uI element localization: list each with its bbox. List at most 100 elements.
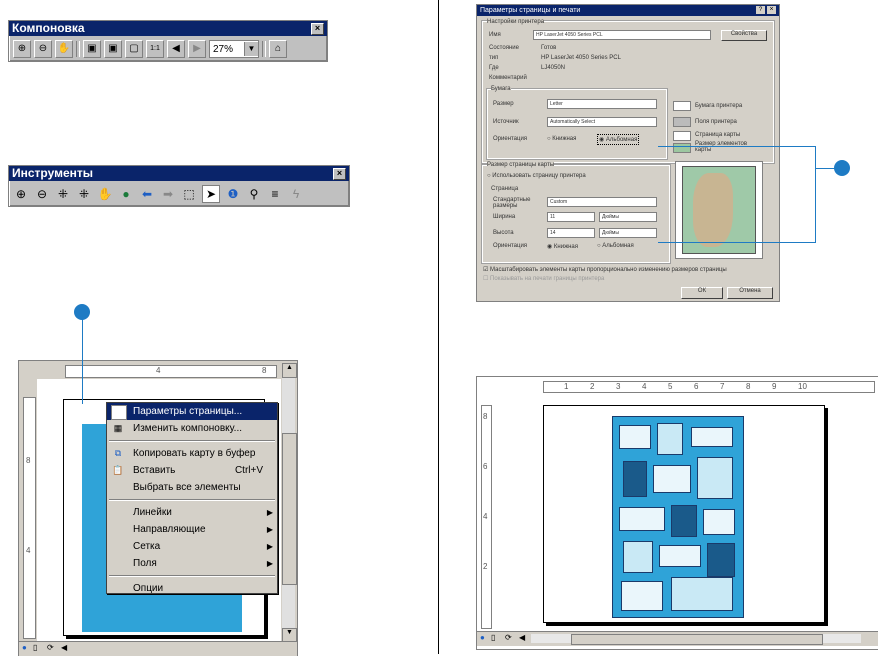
portrait-radio[interactable]: ○ Книжная xyxy=(547,136,576,142)
width-input[interactable]: 11 xyxy=(547,212,595,222)
pan-layout-icon[interactable]: ✋ xyxy=(55,40,73,58)
menu-item-grid[interactable]: Сетка ▶ xyxy=(107,538,277,555)
identify-icon[interactable]: ❶ xyxy=(225,186,241,202)
height-input[interactable]: 14 xyxy=(547,228,595,238)
fixed-zoom-in-icon[interactable]: ⁜ xyxy=(55,186,71,202)
close-icon[interactable]: × xyxy=(333,168,346,180)
preview-map-frame[interactable] xyxy=(612,416,744,618)
portrait2-radio[interactable]: ◉ Книжная xyxy=(547,243,578,250)
data-view-icon[interactable]: ● xyxy=(22,643,27,652)
show-printer-margins-checkbox[interactable]: ☐ Показывать на печати границы принтера xyxy=(483,275,604,282)
menu-item-margins[interactable]: Поля ▶ xyxy=(107,555,277,572)
map-block xyxy=(619,425,651,449)
toggle-draft-mode-icon[interactable]: ⌂ xyxy=(269,40,287,58)
select-elements-icon[interactable]: ➤ xyxy=(202,185,220,203)
zoom-in-layout-icon[interactable]: ⊕ xyxy=(13,40,31,58)
map-block xyxy=(657,423,683,455)
menu-item-paste[interactable]: 📋 Вставить Ctrl+V xyxy=(107,462,277,479)
menu-item-page-setup[interactable]: Параметры страницы... xyxy=(107,403,277,420)
forward-icon[interactable]: ➡ xyxy=(160,186,176,202)
vertical-ruler: 8 4 xyxy=(23,397,36,639)
scale-elements-checkbox[interactable]: ☑ Масштабировать элементы карты пропорци… xyxy=(483,266,773,273)
find-icon[interactable]: ⚲ xyxy=(246,186,262,202)
landscape-radio[interactable]: ◉ Альбомная xyxy=(597,134,640,145)
refresh-icon[interactable]: ⟳ xyxy=(47,643,54,652)
refresh-icon[interactable]: ⟳ xyxy=(505,633,512,642)
standard-sizes-label: Стандартные размеры xyxy=(493,197,531,209)
layout-view-icon[interactable]: ▯ xyxy=(33,643,37,652)
data-view-icon[interactable]: ● xyxy=(480,633,485,642)
zoom-combo[interactable]: 27% ▼ xyxy=(209,40,259,58)
height-units-select[interactable]: Дюймы xyxy=(599,228,657,238)
forward-extent-icon[interactable]: ▶ xyxy=(188,40,206,58)
menu-item-label: Линейки xyxy=(133,507,172,518)
tools-toolbar-title: Инструменты xyxy=(12,166,94,180)
fixed-zoom-out-icon[interactable]: ⁜ xyxy=(76,186,92,202)
paper-source-select[interactable]: Automatically Select xyxy=(547,117,657,127)
scroll-left-icon[interactable]: ◀ xyxy=(61,643,67,652)
page-preview xyxy=(675,161,763,259)
callout-line xyxy=(815,168,835,169)
chevron-down-icon[interactable]: ▼ xyxy=(244,42,258,56)
zoom-out-icon[interactable]: ⊖ xyxy=(34,186,50,202)
dialog-title-bar[interactable]: Параметры страницы и печати ? × xyxy=(477,5,779,16)
ruler-label: 6 xyxy=(694,382,699,391)
select-features-icon[interactable]: ⬚ xyxy=(181,186,197,202)
ruler-label: 8 xyxy=(483,412,488,421)
vertical-scrollbar[interactable]: ▲ ▼ xyxy=(282,363,297,643)
zoom-out-layout-icon[interactable]: ⊖ xyxy=(34,40,52,58)
hyperlink-icon[interactable]: ϟ xyxy=(288,186,304,202)
pan-icon[interactable]: ✋ xyxy=(97,186,113,202)
printer-name-select[interactable]: HP LaserJet 4050 Series PCL xyxy=(533,30,711,40)
zoom-100-icon[interactable]: 1:1 xyxy=(146,40,164,58)
map-page-swatch xyxy=(673,131,691,141)
menu-item-select-all[interactable]: Выбрать все элементы xyxy=(107,479,277,496)
layout-toolbar-title-bar[interactable]: Компоновка × xyxy=(9,21,327,36)
menu-item-guides[interactable]: Направляющие ▶ xyxy=(107,521,277,538)
measure-icon[interactable]: ≡ xyxy=(267,186,283,202)
back-icon[interactable]: ⬅ xyxy=(139,186,155,202)
printer-paper-swatch xyxy=(673,101,691,111)
menu-item-rulers[interactable]: Линейки ▶ xyxy=(107,504,277,521)
zoom-in-fixed-icon[interactable]: ▣ xyxy=(83,40,101,58)
width-units-select[interactable]: Дюймы xyxy=(599,212,657,222)
tools-toolbar-title-bar[interactable]: Инструменты × xyxy=(9,166,349,181)
scroll-thumb[interactable] xyxy=(282,433,297,585)
menu-item-change-layout[interactable]: ▦ Изменить компоновку... xyxy=(107,420,277,437)
horizontal-scrollbar[interactable] xyxy=(531,634,861,645)
help-icon[interactable]: ? xyxy=(756,6,765,14)
menu-item-options[interactable]: Опции xyxy=(107,580,277,597)
scale-elements-label: Масштабировать элементы карты пропорцион… xyxy=(490,267,727,273)
ok-button[interactable]: ОК xyxy=(681,287,723,299)
preview-page[interactable] xyxy=(543,405,825,623)
map-page-size-label: Размер страницы карты xyxy=(487,162,555,168)
name-label: Имя xyxy=(489,32,501,38)
use-printer-page-checkbox[interactable]: ○ Использовать страницу принтера xyxy=(487,173,586,179)
back-extent-icon[interactable]: ◀ xyxy=(167,40,185,58)
map-block xyxy=(671,505,697,537)
landscape2-label: Альбомная xyxy=(602,243,634,249)
close-icon[interactable]: × xyxy=(767,6,776,14)
column-divider xyxy=(438,0,439,654)
properties-button[interactable]: Свойства xyxy=(721,30,767,41)
ruler-label: 8 xyxy=(26,456,31,465)
scroll-left-icon[interactable]: ◀ xyxy=(519,633,525,642)
scroll-up-icon[interactable]: ▲ xyxy=(282,363,297,378)
standard-sizes-select[interactable]: Custom xyxy=(547,197,657,207)
paper-label: Бумага xyxy=(491,86,511,92)
toolbar-separator xyxy=(76,41,80,57)
zoom-out-fixed-icon[interactable]: ▣ xyxy=(104,40,122,58)
ok-button-label: ОК xyxy=(697,288,707,294)
landscape2-radio[interactable]: ○ Альбомная xyxy=(597,243,634,249)
menu-item-copy-map[interactable]: ⧉ Копировать карту в буфер xyxy=(107,445,277,462)
whole-page-icon[interactable]: ▢ xyxy=(125,40,143,58)
layout-view-icon[interactable]: ▯ xyxy=(491,633,495,642)
cancel-button[interactable]: Отмена xyxy=(727,287,773,299)
close-icon[interactable]: × xyxy=(311,23,324,35)
layout-preview-window: 1 2 3 4 5 6 7 8 9 10 8 6 4 2 ● ▯ ⟳ ◀ xyxy=(476,376,878,650)
zoom-in-icon[interactable]: ⊕ xyxy=(13,186,29,202)
paper-size-select[interactable]: Letter xyxy=(547,99,657,109)
full-extent-icon[interactable]: ● xyxy=(118,186,134,202)
scroll-thumb[interactable] xyxy=(571,634,823,645)
orientation-label: Ориентация xyxy=(493,136,528,142)
